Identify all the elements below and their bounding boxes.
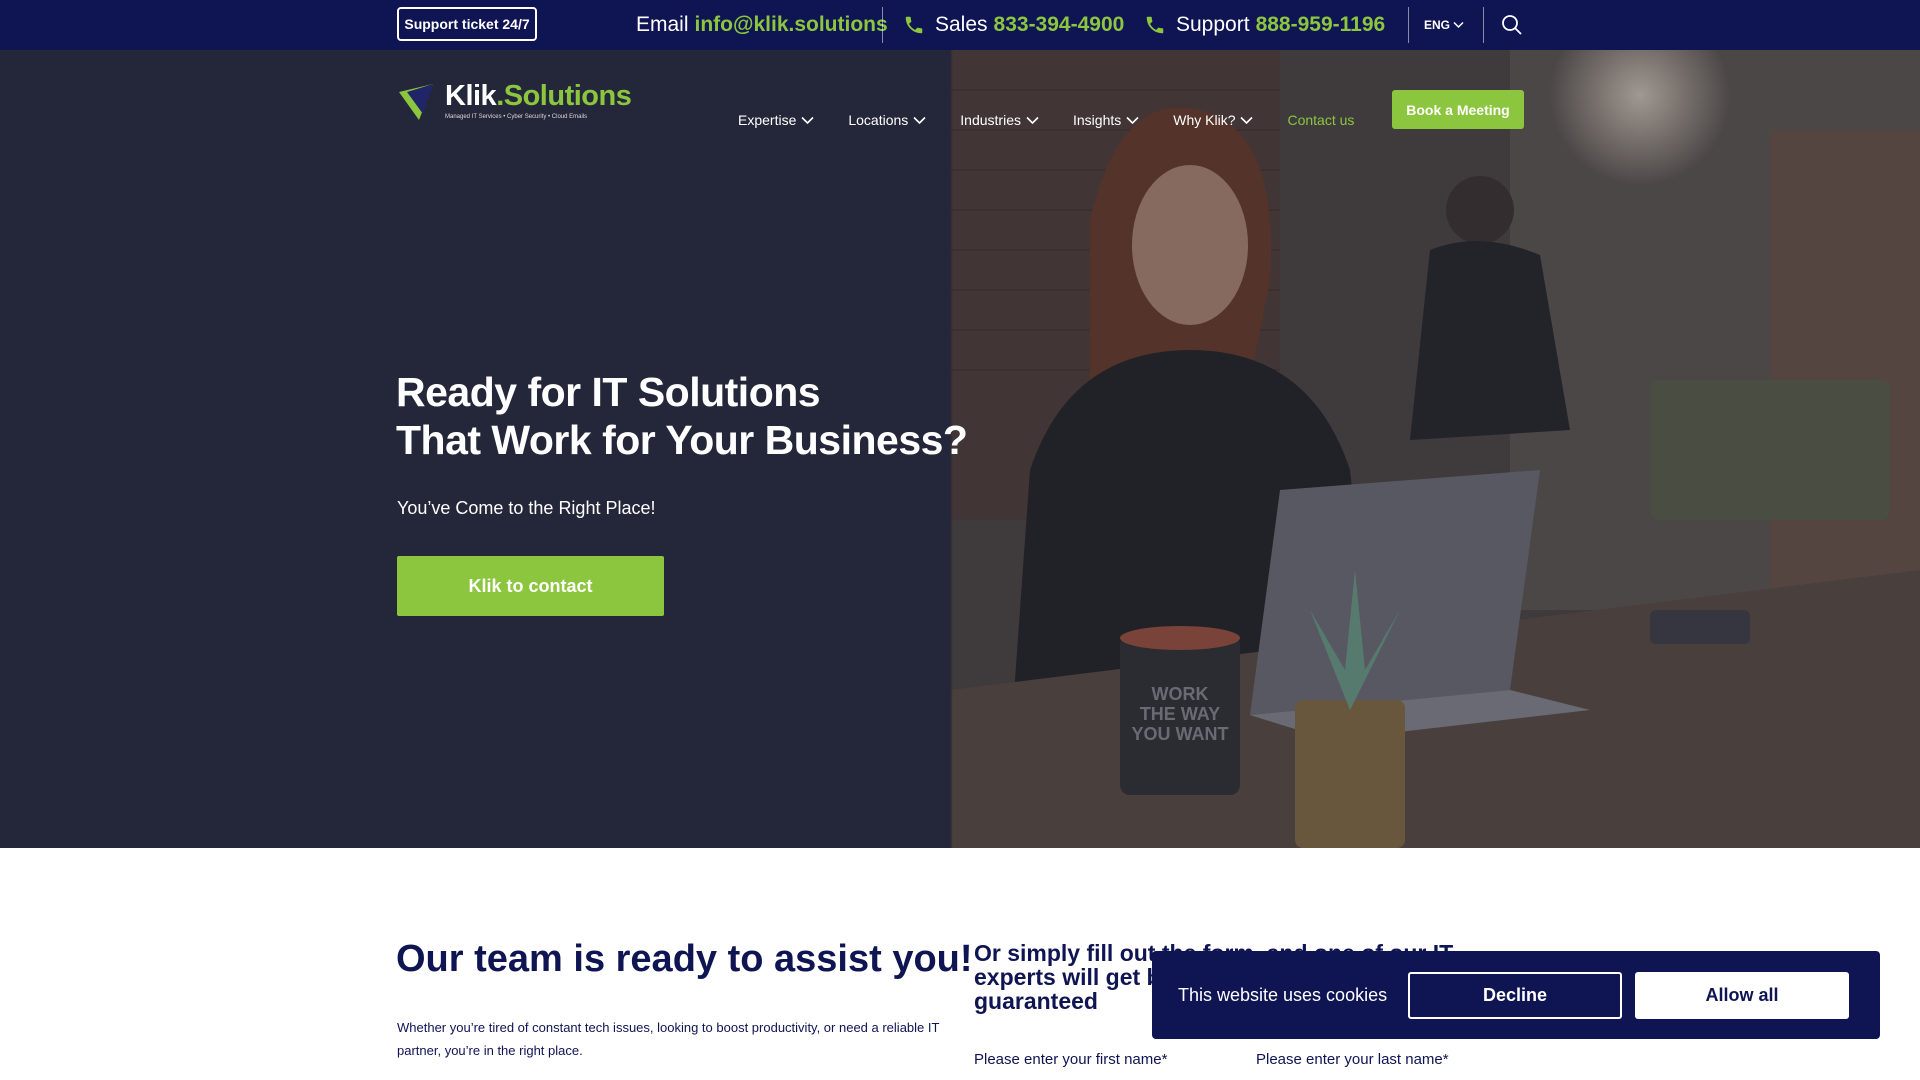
hero-title: Ready for IT Solutions That Work for You… xyxy=(396,368,968,464)
nav-label: Why Klik? xyxy=(1173,112,1236,128)
support-ticket-button[interactable]: Support ticket 24/7 xyxy=(397,7,537,41)
logo-name-accent: .Solutions xyxy=(496,80,632,112)
divider xyxy=(882,7,883,43)
hero-subtitle: You’ve Come to the Right Place! xyxy=(397,498,656,518)
email-link[interactable]: info@klik.solutions xyxy=(695,13,888,37)
assist-title: Our team is ready to assist you! xyxy=(396,938,973,980)
logo-text: Klik.Solutions Managed IT Services • Cyb… xyxy=(445,80,632,121)
nav-item-why-klik[interactable]: Why Klik? xyxy=(1173,112,1254,128)
top-email[interactable]: Email info@klik.solutions xyxy=(636,0,888,50)
divider xyxy=(1483,7,1484,43)
support-number[interactable]: 888-959-1196 xyxy=(1256,13,1386,37)
nav-item-expertise[interactable]: Expertise xyxy=(738,112,814,128)
email-label: Email xyxy=(636,13,689,36)
sales-label: Sales xyxy=(935,13,988,36)
chevron-down-icon xyxy=(1453,21,1464,29)
logo-tagline: Managed IT Services • Cyber Security • C… xyxy=(445,114,588,120)
support-label: Support xyxy=(1176,13,1250,36)
chevron-down-icon xyxy=(913,116,926,124)
cookie-banner: This website uses cookies Decline Allow … xyxy=(1152,951,1880,1039)
chevron-down-icon xyxy=(801,116,814,124)
hero-title-line1: Ready for IT Solutions xyxy=(396,369,821,415)
klik-solutions-logo[interactable]: Klik.Solutions Managed IT Services • Cyb… xyxy=(397,80,632,122)
logo-name: Klik.Solutions xyxy=(445,80,632,112)
support-phone[interactable]: Support 888-959-1196 xyxy=(1144,0,1385,50)
last-name-label: Please enter your last name* xyxy=(1256,1051,1449,1068)
nav-label: Locations xyxy=(848,112,909,128)
nav-item-insights[interactable]: Insights xyxy=(1073,112,1139,128)
first-name-label: Please enter your first name* xyxy=(974,1051,1168,1068)
chevron-down-icon xyxy=(1240,116,1254,124)
klik-to-contact-button[interactable]: Klik to contact xyxy=(397,556,664,616)
phone-icon xyxy=(1146,16,1164,34)
logo-name-main: Klik xyxy=(445,80,497,112)
chevron-down-icon xyxy=(1126,116,1139,124)
sales-phone[interactable]: Sales 833-394-4900 xyxy=(903,0,1124,50)
nav-item-contact-us[interactable]: Contact us xyxy=(1287,112,1354,128)
hero-title-line2: That Work for Your Business? xyxy=(396,417,968,463)
phone-icon xyxy=(905,16,923,34)
language-label: ENG xyxy=(1424,18,1451,32)
top-bar: Support ticket 24/7 Email info@klik.solu… xyxy=(0,0,1920,50)
nav-label: Insights xyxy=(1073,112,1122,128)
cookie-decline-button[interactable]: Decline xyxy=(1408,972,1622,1019)
chevron-down-icon xyxy=(1026,116,1039,124)
main-navigation: Expertise Locations Industries Insights … xyxy=(738,100,1379,140)
language-selector[interactable]: ENG xyxy=(1424,0,1464,50)
nav-label: Industries xyxy=(960,112,1021,128)
cookie-text: This website uses cookies xyxy=(1178,984,1388,1005)
nav-item-industries[interactable]: Industries xyxy=(960,112,1039,128)
nav-item-locations[interactable]: Locations xyxy=(848,112,926,128)
hero-photo: WORK THE WAY YOU WANT xyxy=(950,50,1920,848)
hero-section: WORK THE WAY YOU WANT Klik.Solutions Manag… xyxy=(0,50,1920,848)
divider xyxy=(1408,7,1409,43)
logo-mark-icon xyxy=(399,84,433,120)
assist-text: Whether you’re tired of constant tech is… xyxy=(397,1020,940,1058)
sales-number[interactable]: 833-394-4900 xyxy=(994,13,1125,37)
cookie-allow-all-button[interactable]: Allow all xyxy=(1635,972,1849,1019)
search-icon[interactable] xyxy=(1500,13,1524,37)
nav-label: Expertise xyxy=(738,112,797,128)
book-meeting-button[interactable]: Book a Meeting xyxy=(1392,90,1524,129)
